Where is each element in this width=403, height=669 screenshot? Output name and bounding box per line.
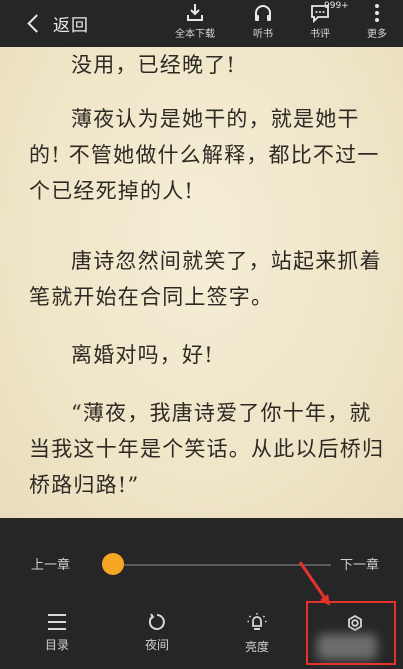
more-button[interactable]: 更多 xyxy=(349,2,403,40)
toc-button[interactable]: 目录 xyxy=(27,612,87,653)
brightness-icon xyxy=(247,613,267,630)
toc-label: 目录 xyxy=(44,638,69,652)
listen-label: 听书 xyxy=(253,29,273,40)
more-icon xyxy=(375,4,379,22)
back-label: 返回 xyxy=(53,15,89,36)
chevron-left-icon xyxy=(27,13,46,33)
night-mode-icon xyxy=(148,613,165,630)
download-all-label: 全本下载 xyxy=(175,29,215,40)
more-label: 更多 xyxy=(367,29,387,40)
back-button[interactable]: 返回 xyxy=(27,8,89,38)
review-count-badge: 999+ xyxy=(324,1,349,11)
listen-button[interactable]: 听书 xyxy=(235,2,291,40)
brightness-button[interactable]: 亮度 xyxy=(227,612,287,655)
night-mode-button[interactable]: 夜间 xyxy=(127,612,187,653)
brightness-label: 亮度 xyxy=(244,640,269,654)
paragraph: 薄夜认为是她干的，就是她干的! 不管她做什么解释，都比不过一个已经死掉的人! xyxy=(29,107,380,203)
prev-chapter-button[interactable]: 上一章 xyxy=(31,554,70,573)
reading-page[interactable]: 没用，已经晚了! 薄夜认为是她干的，就是她干的! 不管她做什么解释，都比不过一个… xyxy=(0,47,403,518)
paragraph: “薄夜，我唐诗爱了你十年，就当我这十年是个笑话。从此以后桥归桥路归路!” xyxy=(29,401,385,497)
top-toolbar: 返回 全本下载 听书 999+ 书评 更多 xyxy=(0,0,403,47)
download-icon xyxy=(187,4,203,21)
highlight-box xyxy=(306,601,396,665)
headphones-icon xyxy=(255,5,271,21)
list-icon xyxy=(48,614,66,630)
progress-thumb[interactable] xyxy=(102,553,124,575)
book-review-label: 书评 xyxy=(310,29,330,40)
book-review-button[interactable]: 999+ 书评 xyxy=(292,1,349,40)
paragraph: 唐诗忽然间就笑了，站起来抓着笔就开始在合同上签字。 xyxy=(29,249,382,309)
paragraph: 离婚对吗，好! xyxy=(71,343,214,367)
download-all-button[interactable]: 全本下载 xyxy=(167,2,223,40)
night-mode-label: 夜间 xyxy=(144,638,169,652)
paragraph: 没用，已经晚了! xyxy=(71,53,237,77)
